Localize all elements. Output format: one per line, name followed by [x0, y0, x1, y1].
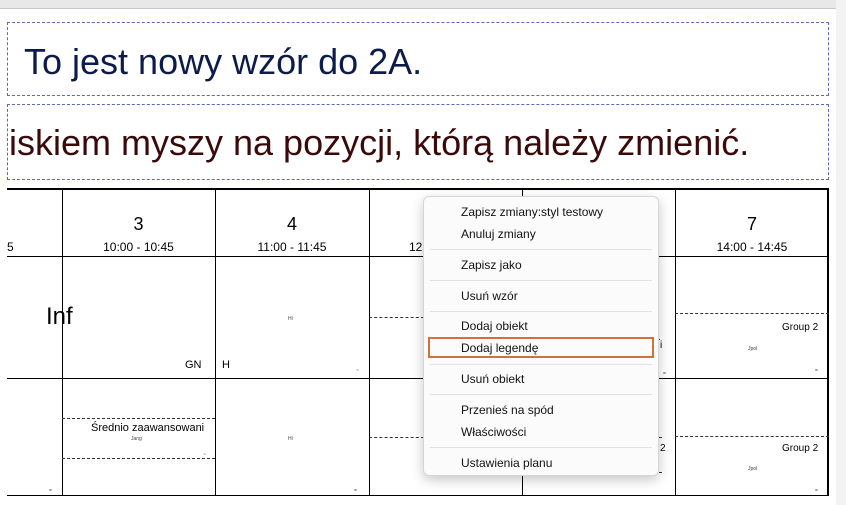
- menu-item-delete-object[interactable]: Usuń obiekt: [461, 372, 524, 386]
- title-text-1: To jest nowy wzór do 2A.: [24, 41, 423, 82]
- menu-separator: [430, 364, 652, 365]
- cell-tiny-mark: =: [815, 368, 818, 374]
- cell-group2-bottom[interactable]: Group 2: [782, 443, 818, 454]
- grid-vline: [675, 190, 676, 495]
- cell-hi-top[interactable]: Hi: [288, 316, 293, 322]
- cell-frag-i: i: [660, 340, 663, 351]
- col-4-number: 4: [286, 214, 297, 234]
- menu-item-add-object[interactable]: Dodaj obiekt: [461, 319, 528, 333]
- menu-item-plan-settings[interactable]: Ustawienia planu: [461, 456, 552, 470]
- cell-dashed-divider: [62, 418, 215, 419]
- grid-vline: [62, 190, 63, 495]
- grid-hline: [7, 256, 829, 257]
- cell-group2-top[interactable]: Group 2: [782, 322, 818, 333]
- cell-tiny-mark: ~: [356, 368, 359, 374]
- cell-tiny-mark: =: [354, 488, 357, 494]
- menu-item-cancel-changes[interactable]: Anuluj zmiany: [461, 227, 536, 241]
- cell-inf-label[interactable]: Inf: [46, 303, 73, 331]
- cell-jpol-bottom: Jpol: [748, 466, 758, 472]
- cell-dashed-divider: [675, 313, 829, 314]
- col-3-number: 3: [133, 214, 144, 234]
- cell-dashed-divider: [369, 317, 424, 318]
- cell-dashed-divider: [369, 437, 424, 438]
- grid-vline: [215, 190, 216, 495]
- plan-editor-canvas: To jest nowy wzór do 2A. iskiem myszy na…: [0, 0, 846, 505]
- menu-item-save-changes[interactable]: Zapisz zmiany:styl testowy: [461, 205, 603, 219]
- cell-dashed-divider: [675, 436, 829, 437]
- menu-item-properties[interactable]: Właściwości: [461, 425, 526, 439]
- menu-separator: [430, 280, 652, 281]
- grid-hline: [7, 378, 829, 379]
- cell-sredn-label[interactable]: Średnio zaawansowani: [91, 422, 204, 434]
- menu-separator: [430, 311, 652, 312]
- cell-jang: Jang: [131, 436, 142, 442]
- col-3-time: 10:00 - 10:45: [103, 240, 174, 254]
- menu-item-add-legend[interactable]: Dodaj legendę: [461, 341, 538, 355]
- cell-tiny-mark: =: [815, 488, 818, 494]
- cell-h-label[interactable]: H: [222, 359, 230, 371]
- col-4-time: 11:00 - 11:45: [257, 240, 327, 254]
- title-text-2: iskiem myszy na pozycji, którą należy zm…: [9, 122, 750, 163]
- right-edge-band: [836, 0, 846, 505]
- grid-vline: [369, 190, 370, 495]
- title-textbox-2[interactable]: iskiem myszy na pozycji, którą należy zm…: [7, 104, 829, 180]
- menu-separator: [430, 447, 652, 448]
- menu-item-send-to-back[interactable]: Przenieś na spód: [461, 403, 554, 417]
- cell-tiny-mark: =: [663, 371, 666, 377]
- cell-gn-label[interactable]: GN: [185, 359, 202, 371]
- title-textbox-1[interactable]: To jest nowy wzór do 2A.: [7, 22, 829, 96]
- cell-dashed-divider: [62, 458, 215, 459]
- menu-item-save-as[interactable]: Zapisz jako: [461, 258, 522, 272]
- menu-item-delete-template[interactable]: Usuń wzór: [461, 289, 518, 303]
- cell-hi-bottom[interactable]: Hi: [288, 436, 293, 442]
- grid-right-border: [827, 190, 829, 495]
- col-7-time: 14:00 - 14:45: [716, 240, 788, 254]
- cell-frag-2: 2: [660, 443, 666, 454]
- cell-tiny-mark: =: [49, 488, 52, 494]
- col-7-number: 7: [746, 214, 757, 234]
- menu-separator: [430, 394, 652, 395]
- schedule-grid: 5 3 10:00 - 10:45 4 11:00 - 11:45 12 7 1…: [7, 188, 829, 496]
- menu-separator: [430, 249, 652, 250]
- context-menu: Zapisz zmiany:styl testowy Anuluj zmiany…: [423, 196, 659, 476]
- top-ruler: [0, 0, 846, 9]
- cell-jpol-top: Jpol: [748, 346, 758, 352]
- col-0-time: 5: [7, 240, 14, 254]
